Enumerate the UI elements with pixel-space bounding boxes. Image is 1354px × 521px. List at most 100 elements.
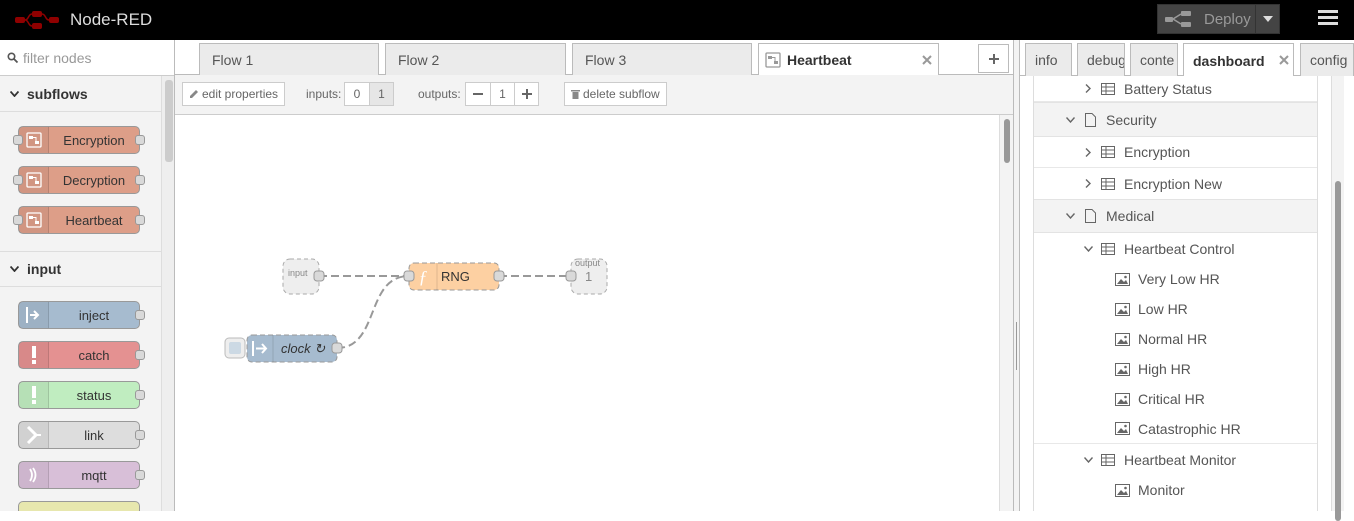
tree-row-normal-hr[interactable]: Normal HR bbox=[1034, 324, 1317, 354]
sidebar-scrollbar[interactable] bbox=[1331, 76, 1344, 521]
tab-flow-3[interactable]: Flow 3 bbox=[572, 43, 752, 75]
palette-node-label: Decryption bbox=[62, 172, 126, 188]
group-table-icon bbox=[1100, 241, 1116, 257]
tree-row-heartbeat-control[interactable]: Heartbeat Control bbox=[1034, 233, 1317, 264]
tab-info[interactable]: info bbox=[1025, 43, 1072, 76]
tab-label: config bbox=[1310, 52, 1348, 68]
plus-icon bbox=[521, 89, 532, 99]
tree-row-critical-hr[interactable]: Critical HR bbox=[1034, 384, 1317, 414]
deploy-button[interactable]: Deploy bbox=[1157, 4, 1280, 34]
tab-flow-1[interactable]: Flow 1 bbox=[199, 43, 379, 75]
link-in-icon bbox=[19, 422, 49, 448]
tab-label: Flow 2 bbox=[398, 51, 440, 68]
tree-row-monitor[interactable]: Monitor bbox=[1034, 475, 1317, 505]
app-title: Node-RED bbox=[70, 10, 153, 29]
tree-row-battery-status[interactable]: Battery Status bbox=[1034, 76, 1317, 102]
image-widget-icon bbox=[1114, 271, 1130, 287]
tree-row-encryption-new[interactable]: Encryption New bbox=[1034, 168, 1317, 199]
function-icon: ƒ bbox=[419, 267, 428, 287]
palette-category-label: subflows bbox=[27, 85, 88, 102]
tab-context[interactable]: conte bbox=[1130, 43, 1178, 76]
tree-label: Normal HR bbox=[1138, 331, 1208, 347]
tab-debug[interactable]: debug bbox=[1077, 43, 1125, 76]
sidebar-separator[interactable] bbox=[1013, 40, 1020, 511]
tab-page-icon bbox=[1082, 208, 1098, 224]
palette: subflows Encryption Decryption Heartbeat… bbox=[0, 40, 175, 511]
node-input-port bbox=[13, 175, 23, 185]
palette-node-status[interactable]: status bbox=[18, 381, 145, 409]
tree-row-heartbeat-monitor[interactable]: Heartbeat Monitor bbox=[1034, 444, 1317, 475]
outputs-decrement-button[interactable] bbox=[466, 83, 490, 105]
edit-properties-button[interactable]: edit properties bbox=[182, 82, 286, 106]
tree-label: Low HR bbox=[1138, 301, 1188, 317]
palette-node-mqtt[interactable]: mqtt bbox=[18, 461, 145, 489]
tree-label: Encryption New bbox=[1124, 175, 1223, 192]
workspace-scrollbar[interactable] bbox=[999, 115, 1013, 511]
outputs-label: outputs: bbox=[418, 87, 461, 101]
group-table-icon bbox=[1100, 176, 1116, 192]
group-table-icon bbox=[1100, 452, 1116, 468]
tree-row-encryption[interactable]: Encryption bbox=[1034, 137, 1317, 168]
tab-dashboard[interactable]: dashboard bbox=[1183, 43, 1294, 77]
subflow-icon bbox=[19, 207, 49, 233]
outputs-increment-button[interactable] bbox=[514, 83, 538, 105]
tree-label: Heartbeat Control bbox=[1124, 240, 1235, 257]
tab-label: dashboard bbox=[1193, 52, 1265, 69]
palette-node-inject[interactable]: inject bbox=[18, 301, 145, 329]
tree-label: Monitor bbox=[1138, 482, 1185, 498]
deploy-menu-button[interactable] bbox=[1255, 5, 1279, 33]
tree-label: High HR bbox=[1138, 361, 1191, 377]
chevron-right-icon[interactable] bbox=[1082, 179, 1094, 188]
chevron-down-icon bbox=[10, 266, 19, 272]
inputs-option-1[interactable]: 1 bbox=[369, 83, 393, 105]
wire[interactable] bbox=[336, 275, 410, 349]
chevron-right-icon[interactable] bbox=[1082, 84, 1094, 93]
tree-row-very-low-hr[interactable]: Very Low HR bbox=[1034, 264, 1317, 294]
palette-scrollbar[interactable] bbox=[161, 76, 174, 511]
chevron-down-icon[interactable] bbox=[1082, 456, 1094, 463]
close-icon[interactable] bbox=[922, 55, 932, 65]
tab-label: Flow 3 bbox=[585, 51, 627, 68]
subflow-tab-icon bbox=[765, 52, 781, 68]
edit-properties-label: edit properties bbox=[202, 87, 279, 101]
flow-canvas[interactable]: ƒ input RNG output 1 clock ↻ bbox=[175, 115, 999, 511]
sidebar-tabs: info debug conte dashboard config bbox=[1020, 40, 1354, 77]
palette-category-input[interactable]: input bbox=[0, 251, 161, 287]
tree-row-low-hr[interactable]: Low HR bbox=[1034, 294, 1317, 324]
node-red-logo-icon bbox=[15, 11, 59, 29]
delete-subflow-button[interactable]: delete subflow bbox=[564, 82, 667, 106]
palette-node-label: status bbox=[76, 387, 112, 403]
palette-node-link[interactable]: link bbox=[18, 421, 145, 449]
palette-node-catch[interactable]: catch bbox=[18, 341, 145, 369]
add-flow-button[interactable] bbox=[978, 44, 1009, 73]
tab-flow-2[interactable]: Flow 2 bbox=[385, 43, 566, 75]
dashboard-tree: Battery Status Security Encryption Encry… bbox=[1033, 76, 1318, 511]
tree-label: Critical HR bbox=[1138, 391, 1205, 407]
palette-node-encryption[interactable]: Encryption bbox=[13, 126, 145, 154]
tab-label: conte bbox=[1140, 52, 1175, 68]
node-output-port bbox=[135, 390, 145, 400]
node-output-port bbox=[135, 350, 145, 360]
tree-row-security[interactable]: Security bbox=[1034, 102, 1317, 137]
palette-node-decryption[interactable]: Decryption bbox=[13, 166, 145, 194]
tree-label: Very Low HR bbox=[1138, 271, 1220, 287]
tab-config[interactable]: config bbox=[1300, 43, 1354, 76]
main-menu-button[interactable] bbox=[1318, 10, 1338, 30]
palette-node-partial[interactable] bbox=[18, 501, 140, 511]
palette-category-subflows[interactable]: subflows bbox=[0, 76, 161, 112]
filter-nodes-input[interactable] bbox=[23, 49, 173, 66]
tab-heartbeat[interactable]: Heartbeat bbox=[758, 43, 939, 76]
palette-node-heartbeat[interactable]: Heartbeat bbox=[13, 206, 145, 234]
chevron-down-icon[interactable] bbox=[1082, 245, 1094, 252]
tree-row-medical[interactable]: Medical bbox=[1034, 199, 1317, 233]
outputs-stepper: 1 bbox=[465, 82, 539, 106]
chevron-down-icon[interactable] bbox=[1064, 213, 1076, 219]
header: Node-RED Deploy bbox=[0, 0, 1354, 40]
chevron-down-icon[interactable] bbox=[1064, 116, 1076, 123]
close-icon[interactable] bbox=[1279, 55, 1289, 65]
tree-row-high-hr[interactable]: High HR bbox=[1034, 354, 1317, 384]
tree-row-catastrophic-hr[interactable]: Catastrophic HR bbox=[1034, 414, 1317, 444]
node-output-port bbox=[135, 215, 145, 225]
chevron-right-icon[interactable] bbox=[1082, 147, 1094, 157]
inputs-option-0[interactable]: 0 bbox=[345, 83, 369, 105]
